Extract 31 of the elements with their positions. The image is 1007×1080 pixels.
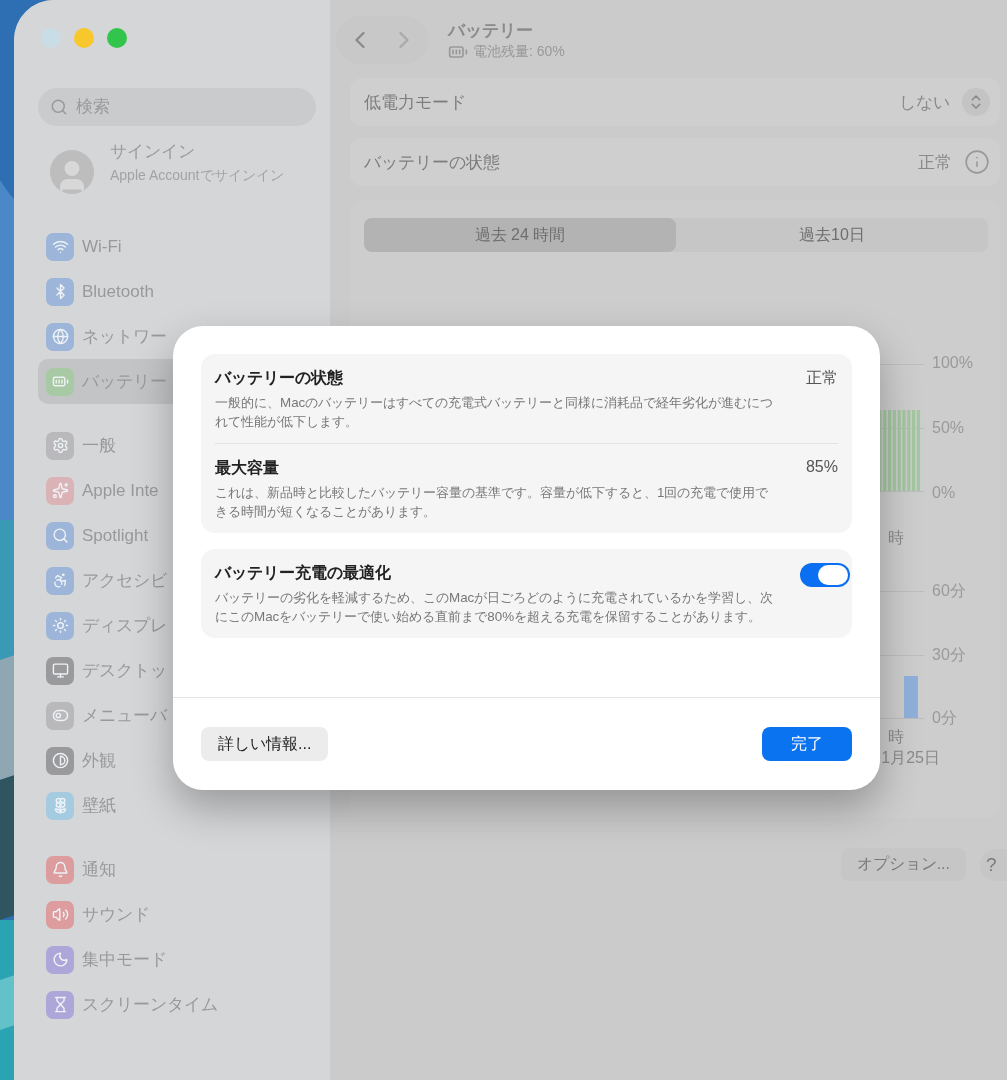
sidebar-label: Bluetooth (82, 281, 154, 302)
item-value: 正常 (806, 368, 838, 388)
sidebar-label: Apple Inte (82, 480, 159, 501)
sidebar-label: 一般 (82, 435, 116, 457)
sidebar-label: アクセシビ (82, 570, 167, 592)
setting-value: 正常 (918, 151, 952, 174)
setting-label: バッテリーの状態 (364, 151, 501, 174)
sidebar-label: Wi-Fi (82, 236, 122, 257)
sidebar-label: ディスプレ (82, 615, 167, 637)
setting-label: 低電力モード (364, 91, 467, 114)
sidebar-label: 外観 (82, 750, 116, 772)
item-description: これは、新品時と比較したバッテリー容量の基準です。容量が低下すると、1回の充電で使用できる時間が短くなることがあります。 (215, 484, 770, 521)
item-value: 85% (805, 458, 838, 477)
sidebar-label: デスクトッ (82, 660, 167, 682)
item-title: バッテリーの状態 (215, 368, 344, 388)
item-title: バッテリー充電の最適化 (215, 563, 392, 583)
item-description: バッテリーの劣化を軽減するため、このMacが日ごろどのように充電されているかを学習し、次にこのMacをバッテリーで使い始める直前まで80%を超える充電を保留することがあります。 (215, 589, 775, 626)
sidebar-label: サウンド (82, 904, 150, 926)
sidebar-label: Spotlight (82, 525, 149, 546)
sidebar-label: メニューバ (82, 705, 167, 727)
item-description: 一般的に、Macのバッテリーはすべての充電式バッテリーと同様に消耗品で経年劣化が進むにつれて性能が低下します。 (215, 394, 775, 431)
sidebar-label: スクリーンタイム (82, 994, 218, 1016)
date-label: 1月25日 (881, 748, 940, 768)
sidebar-label: 通知 (82, 859, 116, 881)
item-title: 最大容量 (215, 458, 280, 478)
sidebar-label: 壁紙 (82, 795, 116, 817)
axis-label: 時 (888, 727, 904, 747)
sidebar-label: ネットワー (82, 326, 167, 348)
page-title: バッテリー (448, 19, 534, 42)
sidebar-label: 集中モード (82, 949, 167, 971)
axis-label: 時 (888, 528, 904, 548)
